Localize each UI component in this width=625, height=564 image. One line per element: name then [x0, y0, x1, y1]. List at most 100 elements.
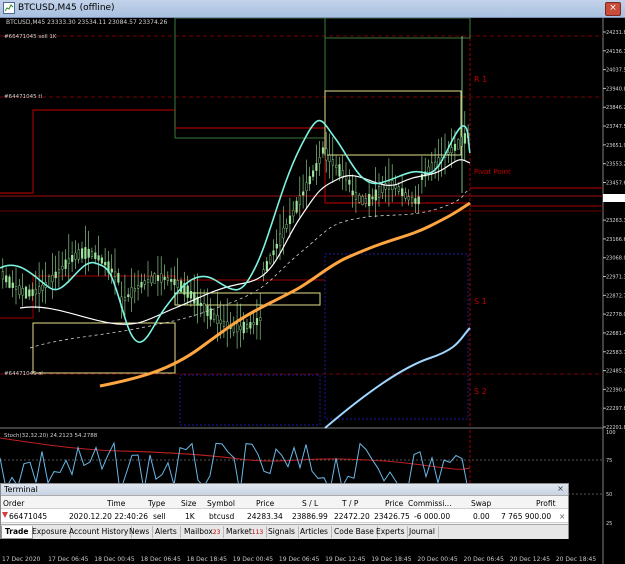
order-label-tl: #66471045 sell 1K — [4, 34, 57, 40]
tab-news[interactable]: News — [126, 526, 154, 538]
candle-body — [338, 164, 341, 177]
candle-body — [209, 308, 212, 320]
tab-alerts[interactable]: Alerts — [152, 526, 181, 538]
candle-body — [24, 286, 28, 299]
tab-trade[interactable]: Trade — [1, 526, 33, 539]
candle-body — [411, 197, 414, 204]
col-type[interactable]: Type — [148, 499, 165, 508]
tab-signals[interactable]: Signals — [265, 526, 299, 538]
candle-body — [434, 161, 437, 169]
terminal-tabs: Trade Exposure Account History News Aler… — [1, 524, 568, 539]
tab-account-history[interactable]: Account History — [66, 526, 133, 538]
candle-body — [361, 196, 364, 205]
order-label-tp: #64471045 sl — [4, 371, 43, 377]
time-axis: 17 Dec 2020 17 Dec 06:45 18 Dec 00:45 18 De… — [0, 556, 600, 564]
candle-body — [450, 147, 453, 154]
candle-body — [5, 275, 8, 283]
time-label: 19 Dec 12:45 — [325, 556, 366, 563]
candle-body — [64, 259, 67, 269]
terminal-title: Terminal — [4, 485, 38, 494]
candle-body — [358, 195, 361, 203]
candle-body — [199, 302, 202, 307]
col-size[interactable]: Size — [181, 499, 196, 508]
tab-exposure[interactable]: Exposure — [29, 526, 71, 538]
candle-body — [275, 243, 278, 249]
candle-body — [8, 276, 11, 288]
price-label: 22485.10 — [606, 369, 625, 375]
terminal-close-icon[interactable]: × — [556, 485, 565, 493]
candle-body — [1, 271, 4, 280]
price-label: 23747.55 — [606, 124, 625, 130]
candle-body — [173, 278, 176, 286]
candle-body — [219, 319, 222, 324]
candle-body — [236, 323, 239, 333]
candle-body — [61, 266, 64, 270]
col-profit[interactable]: Profit — [536, 499, 556, 508]
oscillator-axis: 100 75 50 25 — [606, 430, 616, 527]
col-sl[interactable]: S / L — [302, 499, 318, 508]
candle-body — [249, 322, 252, 329]
price-axis: 24231.80 24136.15 24037.50 23940.85 23846.20… — [603, 30, 625, 431]
candle-body — [308, 176, 311, 185]
tab-mailbox[interactable]: Mailbox23 — [181, 526, 225, 538]
title-bar[interactable]: BTCUSD,M45 (offline) × — [0, 0, 625, 18]
candle-body — [447, 152, 450, 155]
time-label: 17 Dec 06:45 — [48, 556, 89, 563]
row-close-icon[interactable]: × — [559, 512, 565, 521]
candle-body — [331, 159, 334, 166]
candle-body — [364, 198, 367, 204]
price-label: 23457.60 — [606, 180, 625, 186]
ma-light-blue-line — [324, 327, 471, 429]
candle-body — [117, 273, 120, 283]
candle-body — [318, 157, 321, 164]
candle-body — [186, 285, 189, 298]
col-order[interactable]: Order — [3, 499, 24, 508]
tab-experts[interactable]: Experts — [373, 526, 409, 538]
candle-body — [255, 318, 259, 326]
window-close-button[interactable]: × — [605, 2, 621, 16]
candle-body — [384, 183, 387, 190]
candle-body — [374, 189, 377, 201]
candle-body — [94, 252, 97, 259]
pivot-s2-label: S 2 — [474, 387, 487, 396]
col-symbol[interactable]: Symbol — [207, 499, 235, 508]
candle-body — [123, 296, 127, 301]
price-label: 23846.20 — [606, 105, 625, 111]
candle-body — [90, 251, 94, 258]
tab-market[interactable]: Market113 — [223, 526, 268, 538]
oscillator-label: 75 — [606, 458, 612, 464]
terminal-panel[interactable]: Terminal × Order Time Type Size Symbol P… — [0, 483, 569, 539]
col-swap[interactable]: Swap — [471, 499, 491, 508]
price-label: 23940.85 — [606, 86, 625, 92]
col-tp[interactable]: T / P — [342, 499, 358, 508]
col-price-current[interactable]: Price — [385, 499, 403, 508]
price-label: 22681.40 — [606, 331, 625, 337]
candle-body — [176, 280, 179, 288]
oscillator-label: 50 — [606, 492, 612, 498]
price-label: 23553.25 — [606, 162, 625, 168]
candle-body — [34, 289, 37, 295]
candle-body — [348, 179, 351, 185]
candle-body — [252, 322, 255, 325]
candle-body — [453, 143, 457, 151]
candle-body — [104, 261, 107, 266]
tab-articles[interactable]: Articles — [297, 526, 332, 538]
candle-body — [137, 285, 140, 289]
candle-body — [71, 254, 74, 262]
candle-body — [401, 188, 404, 197]
tab-code-base[interactable]: Code Base — [331, 526, 378, 538]
candle-body — [242, 321, 245, 334]
tab-journal[interactable]: Journal — [406, 526, 439, 538]
col-time[interactable]: Time — [107, 499, 125, 508]
col-price[interactable]: Price — [256, 499, 274, 508]
price-label: 24231.80 — [606, 30, 625, 36]
candle-body — [325, 148, 328, 161]
sell-order-icon — [2, 512, 8, 518]
candle-body — [212, 313, 216, 320]
col-commission[interactable]: Commissi... — [408, 499, 452, 508]
price-label: 22971.35 — [606, 275, 625, 281]
candle-body — [156, 275, 160, 281]
candle-body — [298, 195, 301, 205]
candle-body — [21, 288, 24, 296]
candle-body — [130, 287, 133, 299]
